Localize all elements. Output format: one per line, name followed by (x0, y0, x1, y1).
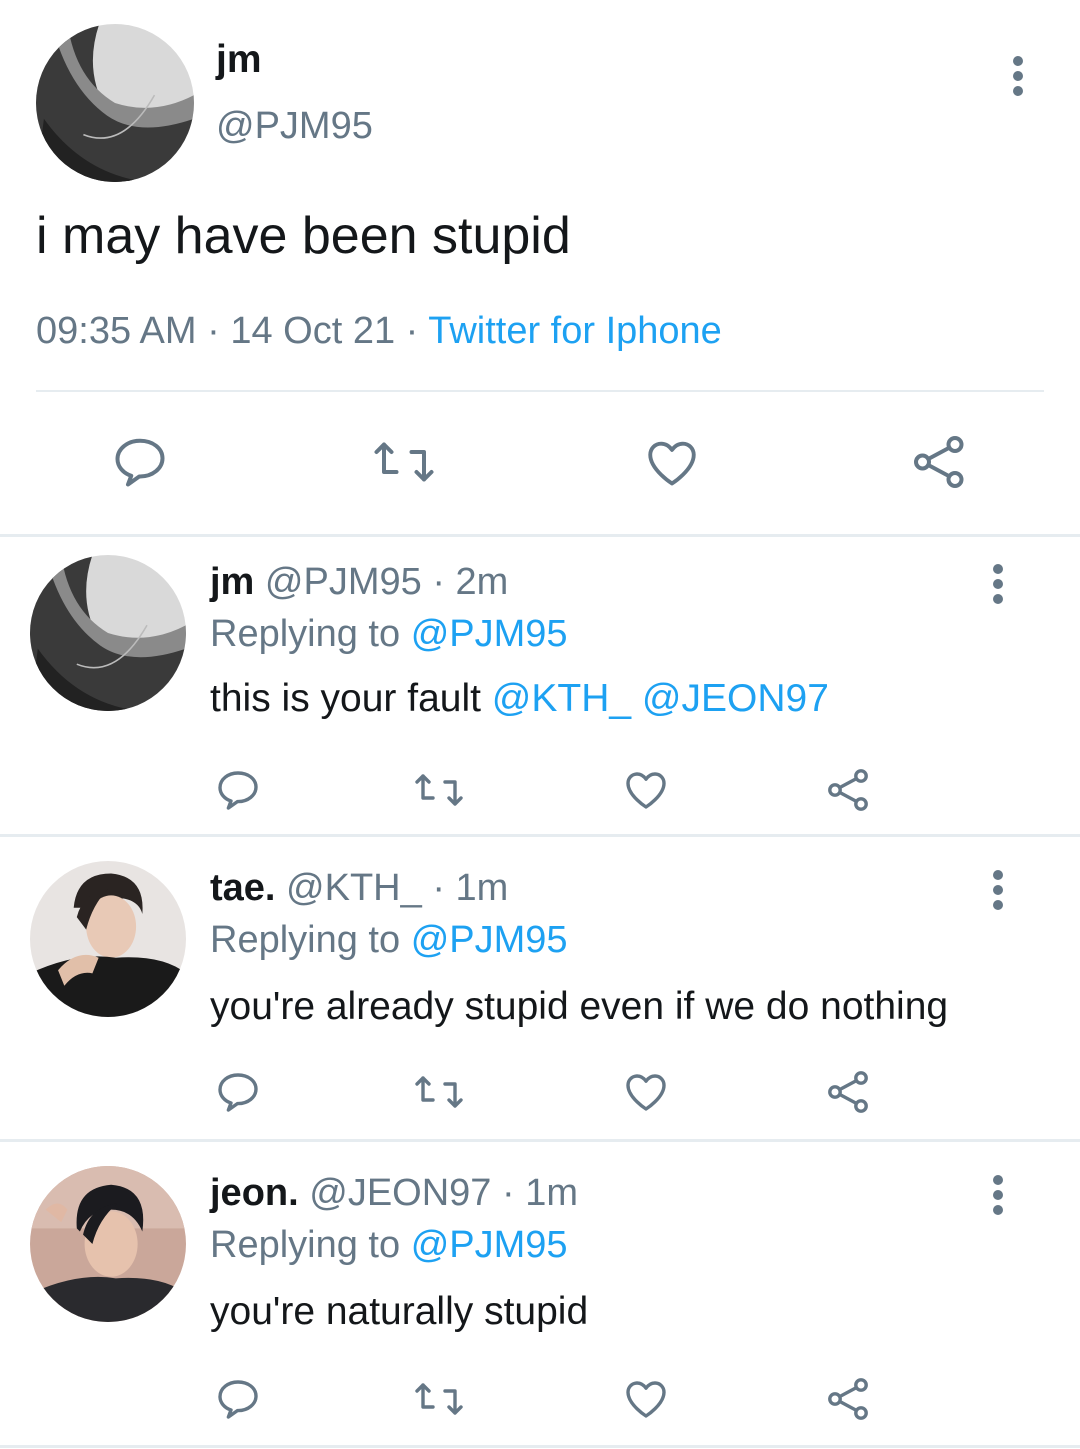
replying-to-label: Replying to (210, 613, 401, 655)
more-options-icon[interactable] (991, 564, 1005, 606)
reply-header: jeon. @JEON97 · 1m (210, 1172, 578, 1215)
share-icon[interactable] (825, 1068, 873, 1116)
more-options-icon[interactable] (991, 870, 1005, 912)
mention-link[interactable]: @JEON97 (642, 677, 829, 720)
reply-icon[interactable] (214, 1375, 262, 1423)
author-name[interactable]: jm (216, 38, 262, 82)
reply-time: · 2m (432, 561, 509, 603)
meta-separator: · (207, 310, 220, 352)
tweet-source-link[interactable]: Twitter for Iphone (428, 310, 722, 352)
reply-tweet[interactable]: jm @PJM95 · 2m Replying to @PJM95 this i… (0, 537, 1080, 834)
tweet-time: 09:35 AM (36, 310, 197, 352)
retweet-icon[interactable] (410, 1375, 468, 1423)
like-icon[interactable] (622, 1068, 670, 1116)
replying-to: Replying to @PJM95 (210, 1224, 568, 1267)
reply-text-body: this is your fault (210, 677, 481, 720)
reply-time: · 1m (502, 1172, 579, 1214)
retweet-icon[interactable] (368, 432, 440, 492)
retweet-icon[interactable] (410, 766, 468, 814)
reply-text: you're naturally stupid (210, 1290, 589, 1333)
more-options-icon[interactable] (1011, 56, 1025, 98)
author-name[interactable]: tae. (210, 867, 275, 909)
share-icon[interactable] (825, 766, 873, 814)
tweet-separator (0, 1445, 1080, 1448)
replying-to-handle[interactable]: @PJM95 (411, 613, 568, 655)
author-handle[interactable]: @PJM95 (265, 561, 422, 603)
avatar[interactable] (30, 861, 186, 1017)
retweet-icon[interactable] (410, 1068, 468, 1116)
replying-to-handle[interactable]: @PJM95 (411, 919, 568, 961)
tweet-meta: 09:35 AM · 14 Oct 21 · Twitter for Iphon… (36, 310, 722, 353)
replying-to: Replying to @PJM95 (210, 919, 568, 962)
replying-to-handle[interactable]: @PJM95 (411, 1224, 568, 1266)
reply-icon[interactable] (214, 766, 262, 814)
share-icon[interactable] (910, 432, 970, 492)
author-name[interactable]: jeon. (210, 1172, 299, 1214)
reply-tweet[interactable]: jeon. @JEON97 · 1m Replying to @PJM95 yo… (0, 1142, 1080, 1445)
more-options-icon[interactable] (991, 1175, 1005, 1217)
share-icon[interactable] (825, 1375, 873, 1423)
tweet-date: 14 Oct 21 (230, 310, 396, 352)
replying-to-label: Replying to (210, 919, 401, 961)
author-handle[interactable]: @KTH_ (286, 867, 422, 909)
avatar[interactable] (30, 1166, 186, 1322)
reply-icon[interactable] (110, 432, 170, 492)
divider (36, 390, 1044, 392)
author-name[interactable]: jm (210, 561, 254, 603)
like-icon[interactable] (622, 766, 670, 814)
main-tweet: jm @PJM95 i may have been stupid 09:35 A… (0, 0, 1080, 536)
reply-text: this is your fault @KTH_ @JEON97 (210, 677, 829, 721)
author-handle[interactable]: @PJM95 (216, 105, 373, 148)
like-icon[interactable] (622, 1375, 670, 1423)
mention-link[interactable]: @KTH_ (492, 677, 631, 720)
avatar[interactable] (36, 24, 194, 182)
reply-time: · 1m (432, 867, 509, 909)
reply-header: tae. @KTH_ · 1m (210, 867, 508, 910)
reply-text: you're already stupid even if we do noth… (210, 985, 949, 1028)
meta-separator: · (405, 310, 419, 352)
replying-to-label: Replying to (210, 1224, 401, 1266)
author-handle[interactable]: @JEON97 (309, 1172, 491, 1214)
like-icon[interactable] (643, 434, 701, 492)
reply-header: jm @PJM95 · 2m (210, 561, 508, 604)
reply-icon[interactable] (214, 1068, 262, 1116)
reply-tweet[interactable]: tae. @KTH_ · 1m Replying to @PJM95 you'r… (0, 837, 1080, 1139)
avatar[interactable] (30, 555, 186, 711)
tweet-text: i may have been stupid (36, 207, 571, 265)
replying-to: Replying to @PJM95 (210, 613, 568, 656)
